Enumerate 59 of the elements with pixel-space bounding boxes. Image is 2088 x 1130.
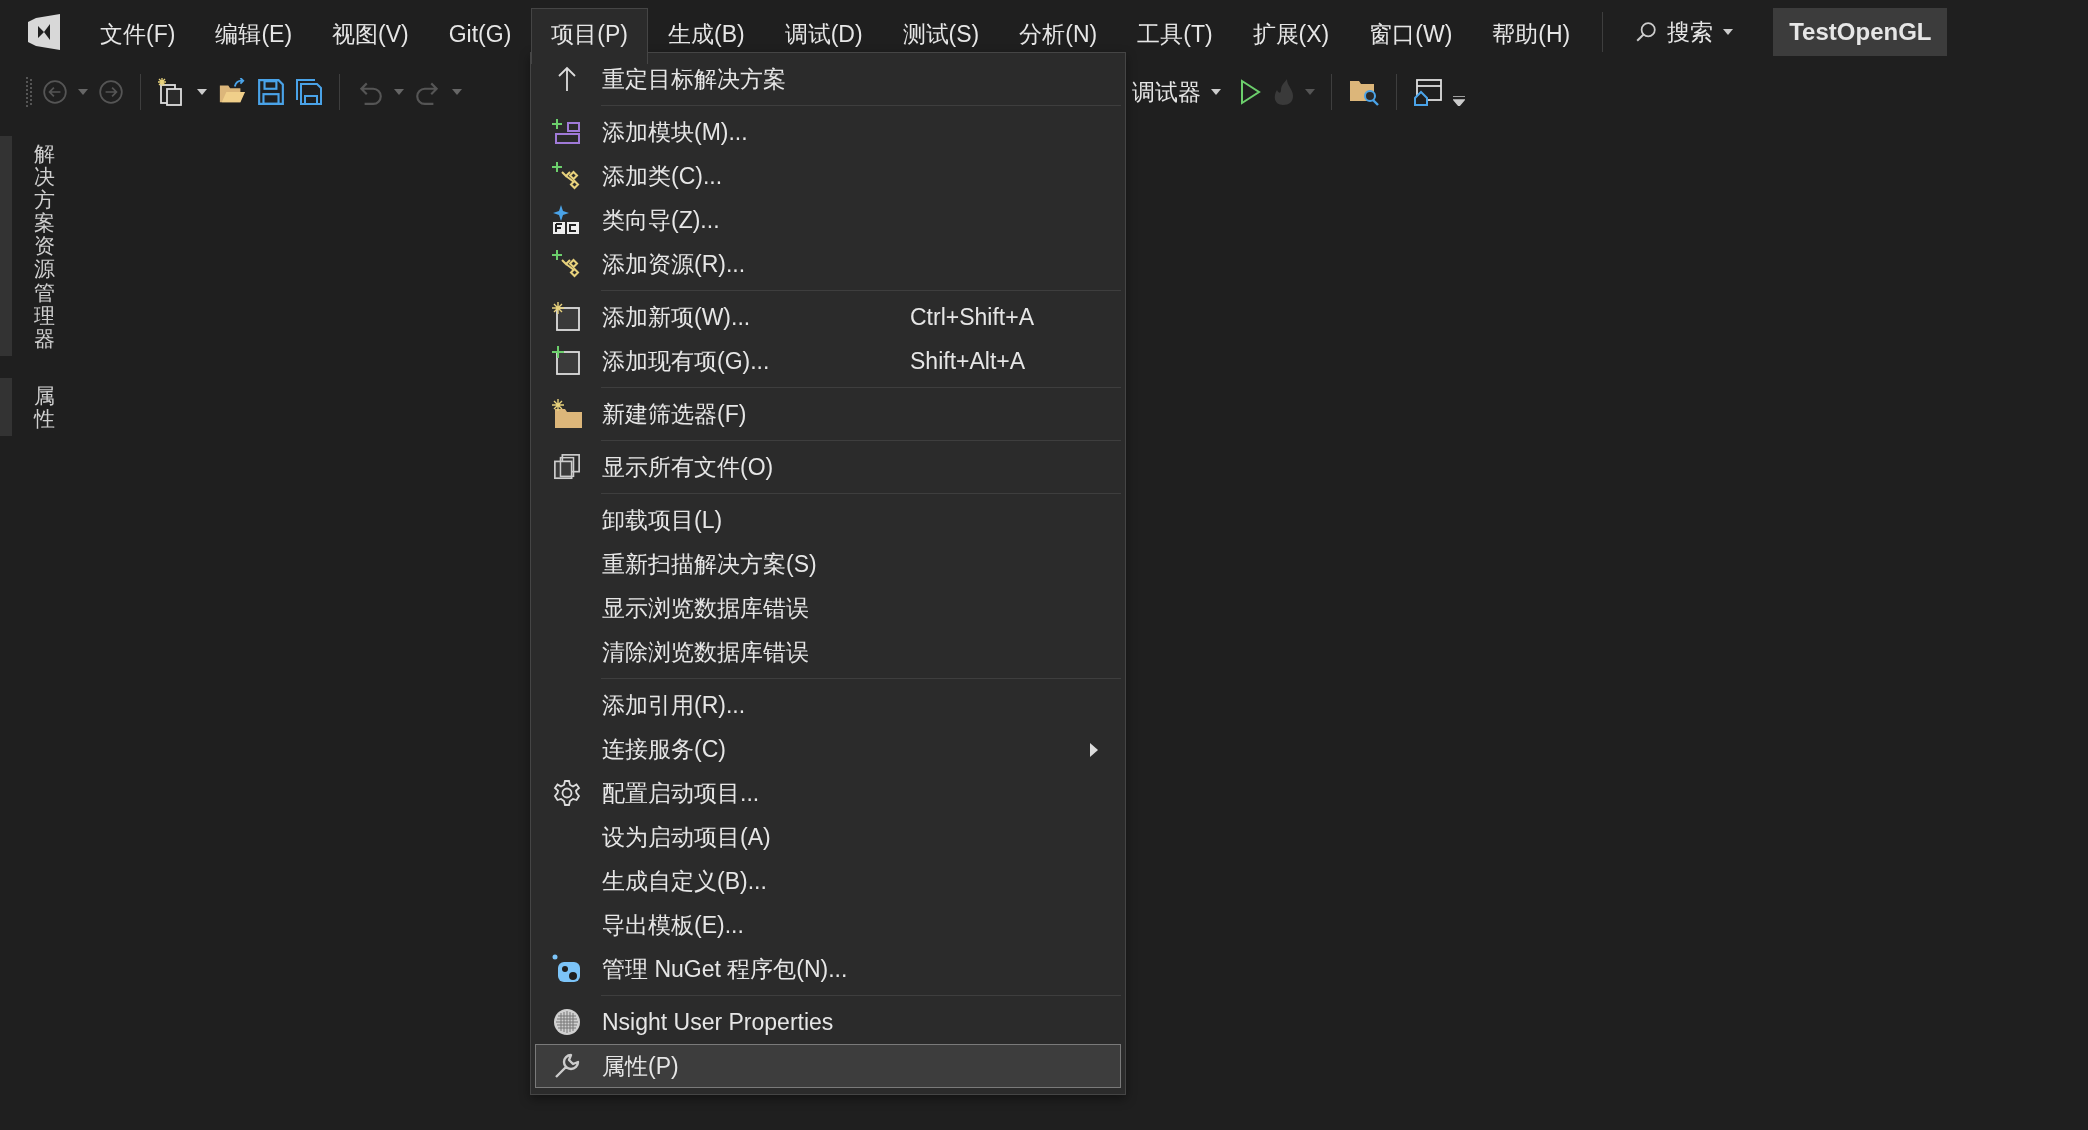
menu-entry[interactable]: 管理 NuGet 程序包(N)... bbox=[535, 947, 1121, 991]
menu-entry[interactable]: 添加现有项(G)... Shift+Alt+A bbox=[535, 339, 1121, 383]
save-all-icon[interactable] bbox=[295, 78, 323, 106]
caret-icon bbox=[1723, 29, 1734, 35]
add-class-icon bbox=[552, 162, 582, 190]
menu-entry[interactable]: 卸载项目(L) bbox=[535, 498, 1121, 542]
save-icon[interactable] bbox=[257, 78, 285, 106]
menu-entry[interactable]: 属性(P) bbox=[535, 1044, 1121, 1088]
overflow-icon[interactable] bbox=[1453, 96, 1465, 106]
add-class-icon bbox=[552, 250, 582, 278]
wrench-icon bbox=[553, 1052, 581, 1080]
menu-entry[interactable]: 添加资源(R)... bbox=[535, 242, 1121, 286]
menu-entry[interactable]: 类向导(Z)... bbox=[535, 198, 1121, 242]
menu-item[interactable]: 视图(V) bbox=[312, 8, 429, 58]
caret-icon[interactable] bbox=[197, 89, 207, 95]
menu-entry[interactable]: 生成自定义(B)... bbox=[535, 859, 1121, 903]
menu-entry[interactable]: 添加类(C)... bbox=[535, 154, 1121, 198]
menu-item[interactable]: 窗口(W) bbox=[1349, 8, 1473, 58]
globe-icon bbox=[553, 1008, 581, 1036]
menu-entry[interactable]: 导出模板(E)... bbox=[535, 903, 1121, 947]
side-tab[interactable]: 解决方案资源管理器 bbox=[0, 136, 63, 356]
menu-item[interactable]: 项目(P) bbox=[531, 8, 648, 64]
menu-entry[interactable]: Nsight User Properties bbox=[535, 1000, 1121, 1044]
menu-item[interactable]: 工具(T) bbox=[1117, 8, 1233, 58]
menu-entry[interactable]: 显示浏览数据库错误 bbox=[535, 586, 1121, 630]
menu-entry[interactable]: 显示所有文件(O) bbox=[535, 445, 1121, 489]
menu-item[interactable]: 扩展(X) bbox=[1232, 8, 1350, 58]
submenu-arrow-icon bbox=[1090, 742, 1098, 757]
menu-entry[interactable]: 重新扫描解决方案(S) bbox=[535, 542, 1121, 586]
new-item-icon bbox=[552, 302, 582, 332]
menu-item[interactable]: 文件(F) bbox=[80, 8, 196, 58]
menu-entry[interactable]: 添加引用(R)... bbox=[535, 683, 1121, 727]
existing-item-icon bbox=[552, 346, 582, 376]
side-tab[interactable]: 属性 bbox=[0, 377, 63, 437]
search-icon bbox=[1635, 21, 1658, 43]
up-arrow-icon bbox=[557, 66, 577, 92]
nuget-icon bbox=[552, 954, 582, 984]
search-button[interactable]: 搜索 bbox=[1619, 16, 1750, 48]
settings-icon bbox=[553, 779, 581, 807]
menu-entry[interactable]: 添加新项(W)... Ctrl+Shift+A bbox=[535, 295, 1121, 339]
debugger-dropdown[interactable]: 调试器 bbox=[1132, 76, 1229, 108]
new-folder-icon bbox=[551, 399, 583, 429]
caret-icon bbox=[1211, 89, 1221, 95]
grip-icon bbox=[26, 77, 32, 107]
add-module-icon bbox=[552, 119, 582, 145]
menu-entry[interactable]: 设为启动项目(A) bbox=[535, 815, 1121, 859]
menu-entry[interactable]: 添加模块(M)... bbox=[535, 110, 1121, 154]
menu-entry[interactable]: 新建筛选器(F) bbox=[535, 392, 1121, 436]
class-wizard-icon bbox=[553, 205, 581, 235]
menu-item[interactable]: 帮助(H) bbox=[1472, 8, 1591, 58]
menu-item[interactable]: 编辑(E) bbox=[195, 8, 313, 58]
solution-name: TestOpenGL bbox=[1773, 8, 1948, 56]
window-home-icon[interactable] bbox=[1413, 78, 1443, 106]
menu-entry[interactable]: 配置启动项目... bbox=[535, 771, 1121, 815]
play-icon[interactable] bbox=[1239, 79, 1261, 105]
menu-entry[interactable]: 连接服务(C) bbox=[535, 727, 1121, 771]
menu-entry[interactable]: 清除浏览数据库错误 bbox=[535, 630, 1121, 674]
menu-item[interactable]: Git(G) bbox=[428, 8, 532, 58]
copy-files-icon bbox=[553, 453, 581, 481]
